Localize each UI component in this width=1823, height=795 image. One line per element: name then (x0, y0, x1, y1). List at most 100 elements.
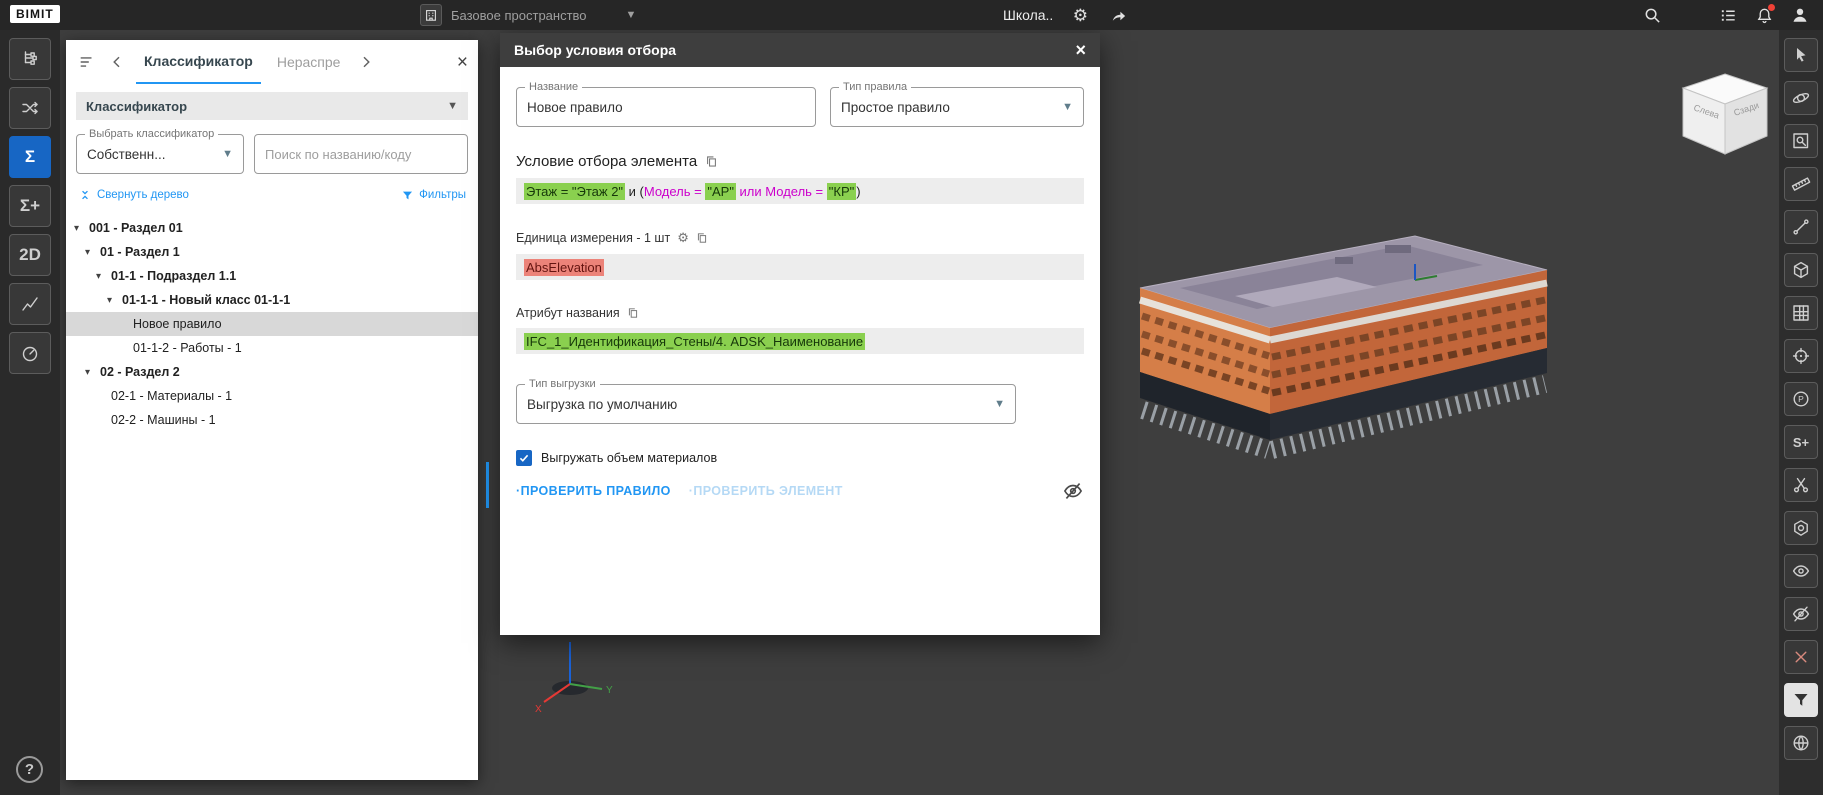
tree-item[interactable]: ▾001 - Раздел 01 (66, 216, 478, 240)
condition-expression[interactable]: Этаж = "Этаж 2" и (Модель = "АР" или Мод… (516, 178, 1084, 204)
charts-tool[interactable] (9, 283, 51, 325)
section-plane-tool[interactable] (1784, 468, 1818, 502)
copy-icon[interactable] (705, 155, 718, 168)
classifier-tree: ▾001 - Раздел 01▾01 - Раздел 1▾01-1 - По… (66, 206, 478, 780)
condition-token: и ( (625, 184, 644, 199)
condition-token: "АР" (705, 183, 736, 200)
rule-type-select[interactable]: Тип правила Простое правило ▼ (830, 87, 1084, 127)
tab-unallocated-label: Нераспре (277, 54, 341, 70)
estimate-add-tool[interactable]: Σ+ (9, 185, 51, 227)
help-button[interactable]: ? (16, 756, 43, 783)
tree-item[interactable]: 02-2 - Машины - 1 (66, 408, 478, 432)
caret-down-icon[interactable]: ▾ (96, 271, 111, 282)
caret-down-icon[interactable]: ▾ (85, 247, 100, 258)
select-tool[interactable] (1784, 38, 1818, 72)
condition-token: или (736, 184, 765, 199)
tree-item-label: 01-1 - Подраздел 1.1 (111, 269, 236, 283)
project-settings-gear-icon[interactable]: ⚙ (1069, 4, 1091, 26)
collapse-tree-link[interactable]: Свернуть дерево (78, 188, 189, 202)
unit-expression[interactable]: AbsElevation (516, 254, 1084, 280)
classifier-search-field[interactable] (254, 134, 468, 174)
copy-icon[interactable] (696, 232, 708, 244)
dashboard-tool[interactable] (9, 332, 51, 374)
relations-tool[interactable] (9, 87, 51, 129)
rule-condition-dialog: Выбор условия отбора × Название Новое пр… (500, 33, 1100, 635)
condition-token: ) (856, 184, 860, 199)
show-elements-tool[interactable] (1784, 554, 1818, 588)
focus-tool[interactable] (1784, 339, 1818, 373)
tabs-scroll-left-icon[interactable] (106, 51, 128, 73)
dialog-title: Выбор условия отбора (514, 42, 676, 58)
zoom-window-tool[interactable] (1784, 124, 1818, 158)
classifier-accordion[interactable]: Классификатор ▼ (76, 92, 468, 120)
attr-token: IFC_1_Идентификация_Стены/4. ADSK_Наимен… (524, 333, 865, 350)
caret-down-icon[interactable]: ▾ (107, 295, 122, 306)
dialog-actions: ·ПРОВЕРИТЬ ПРАВИЛО ·ПРОВЕРИТЬ ЭЛЕМЕНТ (516, 480, 1084, 502)
structure-tool[interactable] (9, 38, 51, 80)
tree-item[interactable]: 02-1 - Материалы - 1 (66, 384, 478, 408)
filter-elements-tool[interactable] (1784, 683, 1818, 717)
clear-selection-tool[interactable] (1784, 640, 1818, 674)
panel-close-icon[interactable]: × (457, 53, 468, 72)
unit-label-text: Единица измерения - 1 шт (516, 231, 670, 245)
building-model[interactable] (1085, 188, 1555, 518)
classifier-select[interactable]: Выбрать классификатор Собственн... ▼ (76, 134, 244, 174)
panel-menu-icon[interactable] (76, 51, 98, 73)
share-icon[interactable] (1107, 4, 1129, 26)
sum-selection-tool[interactable]: S+ (1784, 425, 1818, 459)
rule-name-field[interactable]: Название Новое правило (516, 87, 816, 127)
hide-elements-tool[interactable] (1784, 597, 1818, 631)
check-element-button[interactable]: ·ПРОВЕРИТЬ ЭЛЕМЕНТ (689, 484, 843, 498)
estimate-tool[interactable]: Σ (9, 136, 51, 178)
export-type-select[interactable]: Тип выгрузки Выгрузка по умолчанию ▼ (516, 384, 1016, 424)
chevron-down-icon: ▼ (988, 398, 1005, 410)
drawings-2d-tool[interactable]: 2D (9, 234, 51, 276)
tabs-scroll-right-icon[interactable] (355, 51, 377, 73)
tree-item[interactable]: ▾01-1-1 - Новый класс 01-1-1 (66, 288, 478, 312)
collapse-tree-label: Свернуть дерево (97, 189, 189, 201)
tab-classifier-label: Классификатор (144, 53, 253, 69)
axis-x-label: X (535, 704, 542, 715)
ruler-tool[interactable] (1784, 167, 1818, 201)
check-rule-button[interactable]: ·ПРОВЕРИТЬ ПРАВИЛО (516, 484, 671, 498)
tree-item[interactable]: Новое правило (66, 312, 478, 336)
tree-item[interactable]: ▾02 - Раздел 2 (66, 360, 478, 384)
caret-down-icon[interactable]: ▾ (85, 367, 100, 378)
tree-item[interactable]: ▾01-1 - Подраздел 1.1 (66, 264, 478, 288)
menu-list-icon[interactable] (1717, 4, 1739, 26)
model-settings-tool[interactable] (1784, 511, 1818, 545)
copy-icon[interactable] (627, 307, 639, 319)
materials-checkbox[interactable] (516, 450, 532, 466)
plan-view-tool[interactable]: P (1784, 382, 1818, 416)
condition-label-text: Условие отбора элемента (516, 153, 697, 170)
export-type-label: Тип выгрузки (525, 378, 600, 390)
tab-classifier[interactable]: Классификатор (136, 40, 261, 84)
dialog-close-icon[interactable]: × (1075, 41, 1086, 59)
topbar-right-icons (1641, 0, 1811, 30)
tree-item[interactable]: ▾01 - Раздел 1 (66, 240, 478, 264)
filters-link[interactable]: Фильтры (401, 189, 466, 202)
section-box-tool[interactable] (1784, 253, 1818, 287)
notifications-bell-icon[interactable] (1753, 4, 1775, 26)
measure-distance-tool[interactable] (1784, 210, 1818, 244)
tree-item-label: 001 - Раздел 01 (89, 221, 183, 235)
orbit-tool[interactable] (1784, 81, 1818, 115)
classifier-search-input[interactable] (265, 147, 457, 162)
attr-expression[interactable]: IFC_1_Идентификация_Стены/4. ADSK_Наимен… (516, 328, 1084, 354)
tree-item[interactable]: 01-1-2 - Работы - 1 (66, 336, 478, 360)
view-cube[interactable]: Слева Сзади (1675, 68, 1775, 160)
workspace-switcher[interactable]: Базовое пространство ▼ (420, 0, 636, 30)
search-icon[interactable] (1641, 4, 1663, 26)
panel-scrollbar[interactable] (486, 462, 489, 508)
grid-tool[interactable] (1784, 296, 1818, 330)
materials-checkbox-label: Выгружать объем материалов (541, 451, 717, 465)
tab-unallocated[interactable]: Нераспре (269, 40, 347, 84)
collapse-arrows-icon (78, 188, 92, 202)
tree-actions-row: Свернуть дерево Фильтры (66, 174, 478, 206)
preview-eye-off-icon[interactable] (1062, 480, 1084, 502)
project-name[interactable]: Школа.. (1003, 7, 1053, 23)
caret-down-icon[interactable]: ▾ (74, 223, 89, 234)
account-avatar-icon[interactable] (1789, 4, 1811, 26)
world-orientation-tool[interactable] (1784, 726, 1818, 760)
unit-settings-gear-icon[interactable]: ⚙ (677, 230, 689, 246)
